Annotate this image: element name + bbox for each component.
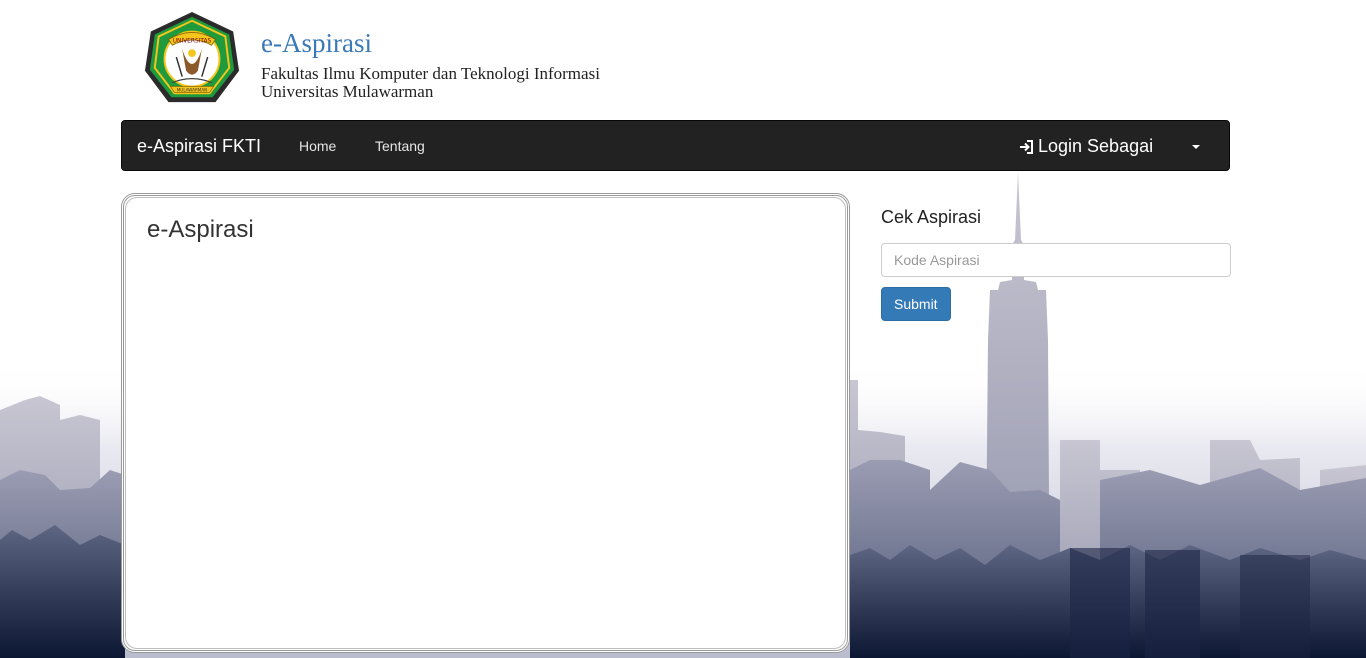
svg-text:MULAWARMAN: MULAWARMAN: [177, 87, 207, 92]
submit-button[interactable]: Submit: [881, 287, 951, 321]
site-title: e-Aspirasi: [261, 28, 372, 58]
main-panel: e-Aspirasi: [121, 193, 850, 653]
cek-aspirasi-form: Cek Aspirasi Submit: [881, 207, 1231, 321]
login-label: Login Sebagai: [1038, 136, 1154, 156]
navbar-brand[interactable]: e-Aspirasi FKTI: [137, 136, 261, 157]
university-name: Universitas Mulawarman: [261, 82, 434, 101]
login-dropdown-toggle[interactable]: Login Sebagai: [1019, 136, 1153, 157]
main-panel-inner-border: [125, 197, 846, 649]
panel-title: e-Aspirasi: [147, 216, 254, 243]
nav-link-tentang[interactable]: Tentang: [375, 138, 425, 154]
sign-in-icon: [1020, 139, 1033, 154]
kode-aspirasi-input[interactable]: [881, 243, 1231, 277]
caret-down-icon[interactable]: [1192, 145, 1200, 149]
navbar: e-Aspirasi FKTI Home Tentang Login Sebag…: [121, 120, 1230, 171]
cek-aspirasi-title: Cek Aspirasi: [881, 207, 982, 227]
svg-text:UNIVERSITAS: UNIVERSITAS: [173, 38, 212, 44]
page: UNIVERSITAS MULAWARMAN e-Aspirasi Fakult…: [0, 0, 1366, 658]
site-subtitle: Fakultas Ilmu Komputer dan Teknologi Inf…: [261, 65, 600, 101]
university-crest-logo: UNIVERSITAS MULAWARMAN: [144, 11, 240, 103]
faculty-name: Fakultas Ilmu Komputer dan Teknologi Inf…: [261, 64, 600, 83]
nav-link-home[interactable]: Home: [299, 138, 336, 154]
